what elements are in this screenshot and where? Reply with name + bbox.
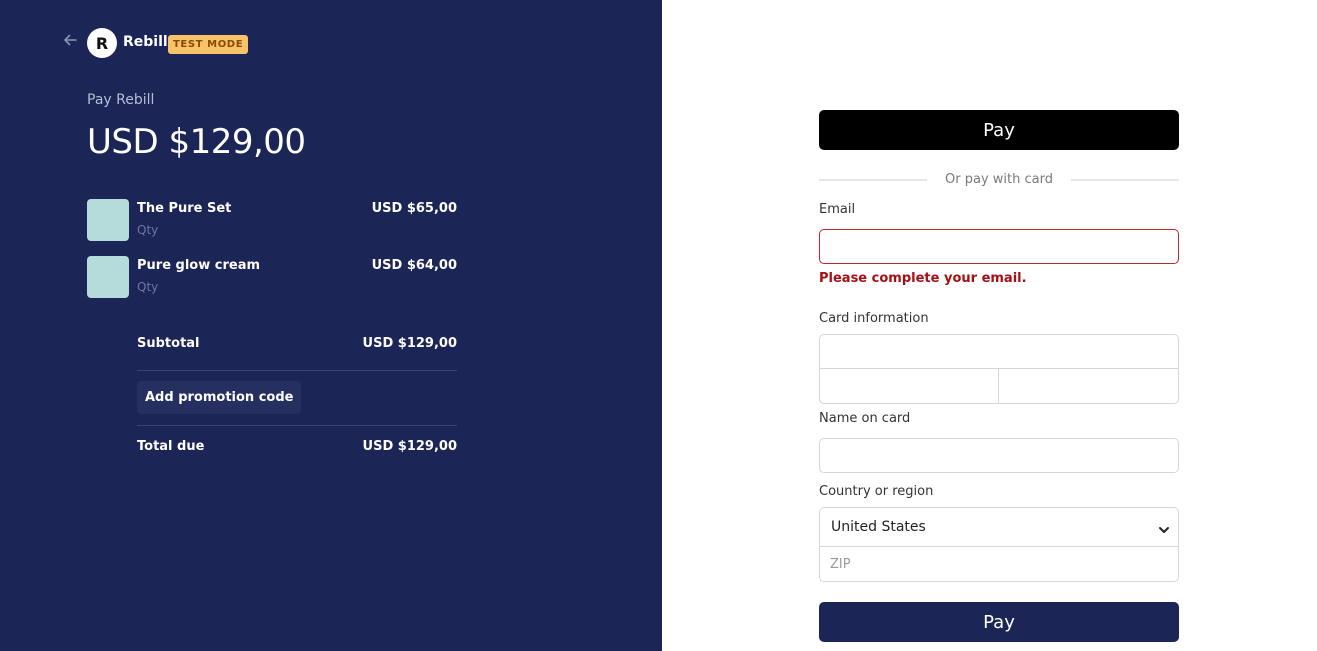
product-thumbnail [87,256,129,298]
name-on-card-field[interactable] [819,438,1179,473]
product-qty: Qty [137,223,159,237]
product-name: The Pure Set [137,201,232,216]
divider [137,370,457,371]
brand-logo: R [87,28,117,58]
subtotal-value: USD $129,00 [362,336,457,351]
email-label: Email [819,202,856,217]
total-due-label: Total due [137,439,205,454]
total-amount-heading: USD $129,00 [87,122,306,162]
brand-name: Rebill [123,34,168,50]
back-arrow-icon[interactable] [62,32,78,48]
test-mode-badge: TEST MODE [168,35,249,54]
total-due-value: USD $129,00 [362,439,457,454]
product-price: USD $65,00 [371,201,457,216]
payment-panel: Pay Or pay with card Email Please comple… [662,0,1317,651]
country-label: Country or region [819,484,934,499]
card-information-label: Card information [819,311,929,326]
country-selected-value: United States [831,519,926,535]
total-due-row: Total due USD $129,00 [137,439,457,454]
pay-merchant-label: Pay Rebill [87,92,155,108]
apple-pay-button[interactable]: Pay [819,110,1179,150]
card-expiry-field[interactable] [819,369,999,404]
card-cvc-field[interactable] [999,369,1179,404]
pay-button-label: Pay [983,611,1015,633]
zip-field[interactable] [819,547,1179,582]
subtotal-row: Subtotal USD $129,00 [137,336,457,351]
chevron-down-icon [1158,521,1170,533]
email-error-message: Please complete your email. [819,271,1027,286]
country-select[interactable]: United States [819,507,1179,547]
divider [1071,179,1179,181]
pay-button[interactable]: Pay [819,602,1179,642]
line-item: Pure glow cream Qty USD $64,00 [87,256,457,298]
product-qty: Qty [137,280,159,294]
name-on-card-label: Name on card [819,411,911,426]
order-summary-panel: R Rebill TEST MODE Pay Rebill USD $129,0… [0,0,662,651]
card-number-field[interactable] [819,334,1179,369]
product-name: Pure glow cream [137,258,261,273]
add-promotion-code-button[interactable]: Add promotion code [137,381,302,414]
apple-pay-label: Pay [983,119,1015,141]
product-thumbnail [87,199,129,241]
divider [137,425,457,426]
product-price: USD $64,00 [371,258,457,273]
subtotal-label: Subtotal [137,336,200,351]
line-item: The Pure Set Qty USD $65,00 [87,199,457,241]
email-field[interactable] [819,229,1179,264]
